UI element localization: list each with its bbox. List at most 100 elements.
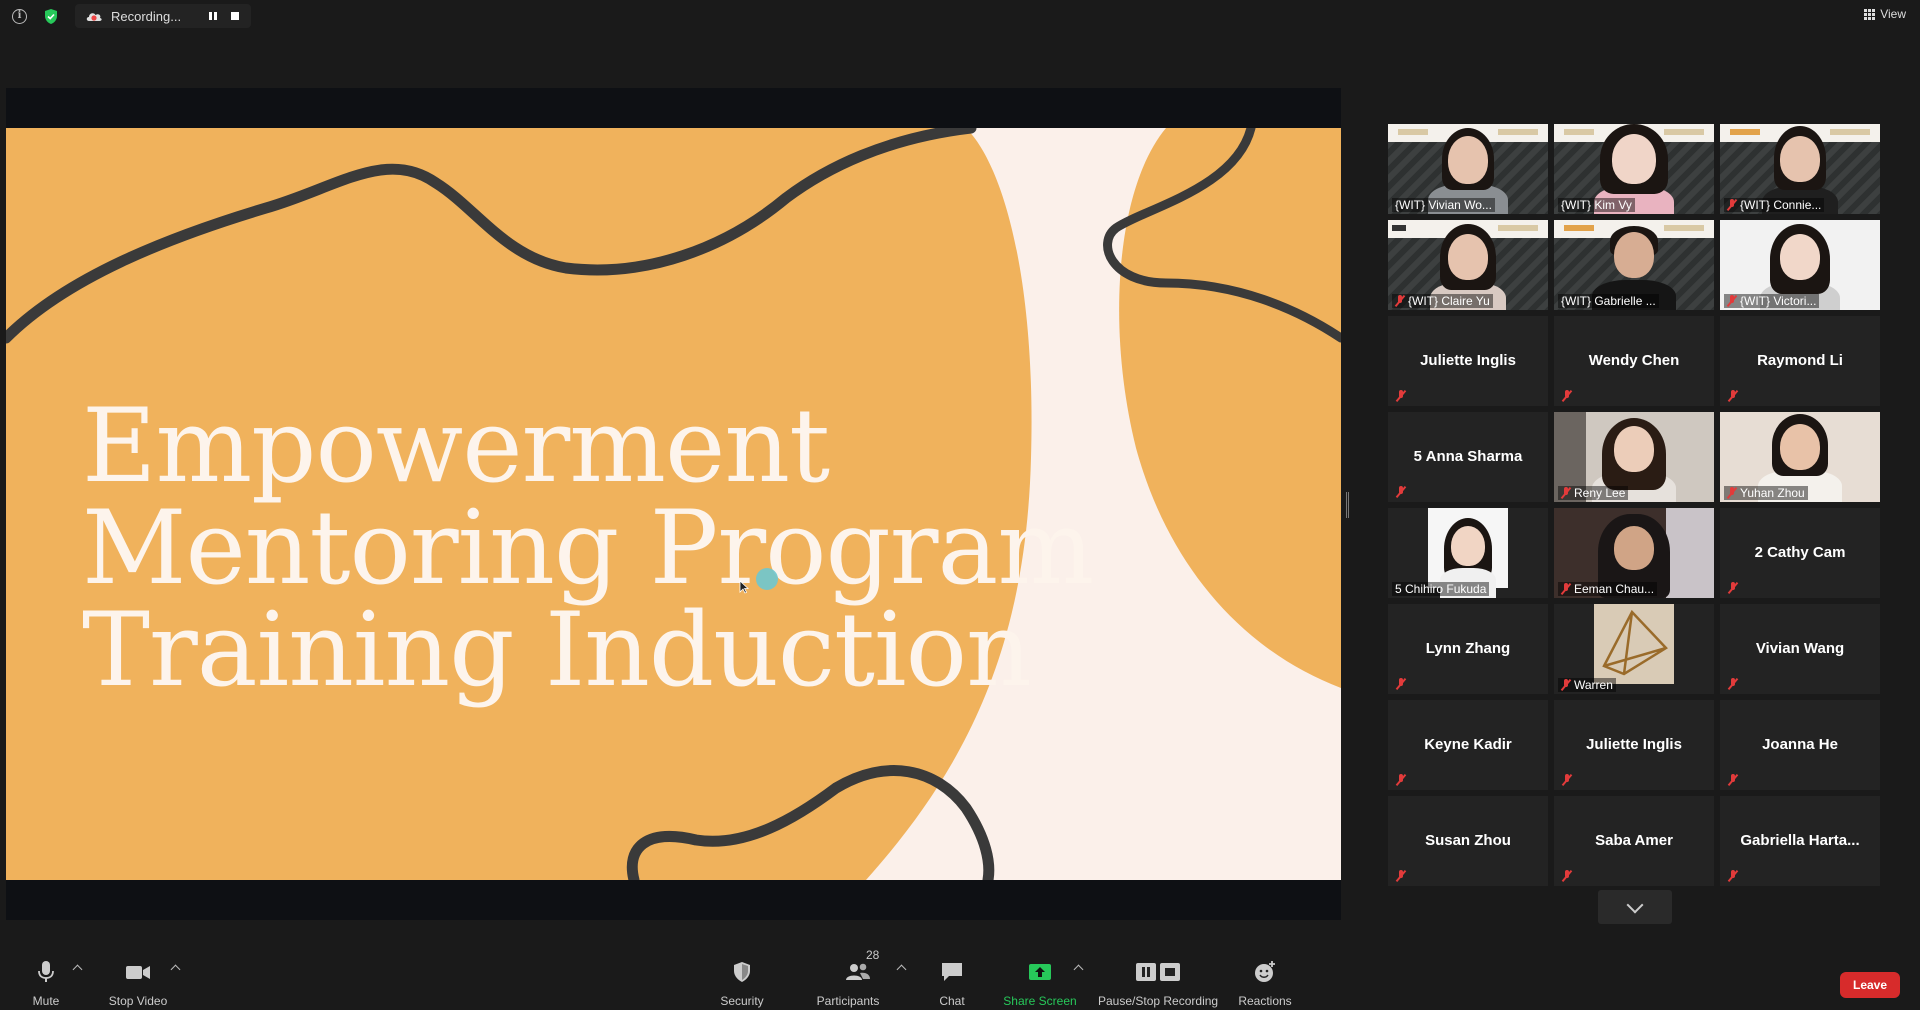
- participant-name: {WIT} Connie...: [1724, 198, 1825, 212]
- info-icon[interactable]: i: [12, 9, 27, 24]
- view-button[interactable]: View: [1864, 7, 1906, 21]
- participant-tile[interactable]: {WIT} Kim Vy: [1554, 124, 1714, 214]
- muted-mic-icon: [1728, 774, 1738, 786]
- participant-tile[interactable]: Saba Amer: [1554, 796, 1714, 886]
- participant-tile[interactable]: {WIT} Victori...: [1720, 220, 1880, 310]
- participants-label: Participants: [816, 994, 880, 1008]
- muted-mic-icon: [1396, 486, 1406, 498]
- participant-tile[interactable]: Reny Lee: [1554, 412, 1714, 502]
- participant-tile[interactable]: Juliette Inglis: [1388, 316, 1548, 406]
- pause-stop-recording-button[interactable]: Pause/Stop Recording: [1098, 944, 1218, 1010]
- participant-tile[interactable]: Juliette Inglis: [1554, 700, 1714, 790]
- mute-label: Mute: [32, 994, 60, 1008]
- participant-name: Yuhan Zhou: [1724, 486, 1808, 500]
- participant-name: 2 Cathy Cam: [1754, 544, 1846, 561]
- participant-name: Wendy Chen: [1588, 352, 1680, 369]
- pause-stop-recording-label: Pause/Stop Recording: [1098, 994, 1219, 1008]
- muted-mic-icon: [1727, 295, 1737, 307]
- annotation-spotlight: [756, 568, 778, 590]
- recording-label: Recording...: [111, 9, 182, 24]
- leave-button[interactable]: Leave: [1840, 972, 1900, 998]
- participant-name: Warren: [1558, 678, 1616, 692]
- gallery-next-page-button[interactable]: [1598, 890, 1672, 924]
- top-bar: i Recording... View: [0, 0, 1920, 32]
- chat-button[interactable]: Chat: [928, 944, 976, 1010]
- muted-mic-icon: [1561, 679, 1571, 691]
- slide-title: Empowerment Mentoring Program Training I…: [82, 387, 1094, 710]
- share-screen-label: Share Screen: [1003, 994, 1077, 1008]
- participant-name: Keyne Kadir: [1424, 736, 1512, 753]
- muted-mic-icon: [1396, 390, 1406, 402]
- microphone-icon: [38, 961, 54, 982]
- participant-tile[interactable]: Vivian Wang: [1720, 604, 1880, 694]
- panel-resize-handle[interactable]: [1346, 492, 1349, 518]
- participant-tile-active-speaker[interactable]: {WIT} Gabrielle ...: [1554, 220, 1714, 310]
- slide-title-line: Training Induction: [82, 591, 1032, 710]
- mute-button[interactable]: Mute: [20, 944, 72, 1010]
- participant-tile[interactable]: Raymond Li: [1720, 316, 1880, 406]
- view-label: View: [1880, 7, 1906, 21]
- participant-name: {WIT} Vivian Wo...: [1392, 198, 1495, 212]
- participant-name: Eeman Chau...: [1558, 582, 1658, 596]
- participant-tile[interactable]: Yuhan Zhou: [1720, 412, 1880, 502]
- cloud-recording-icon: [86, 13, 102, 21]
- muted-mic-icon: [1728, 582, 1738, 594]
- participant-name: Gabriella Harta...: [1740, 832, 1860, 849]
- participant-tile[interactable]: Gabriella Harta...: [1720, 796, 1880, 886]
- muted-mic-icon: [1727, 199, 1737, 211]
- participant-tile[interactable]: Lynn Zhang: [1388, 604, 1548, 694]
- participant-avatar-image: [1594, 604, 1674, 684]
- muted-mic-icon: [1395, 295, 1405, 307]
- chat-label: Chat: [939, 994, 965, 1008]
- share-screen-icon: [1029, 964, 1051, 980]
- slide-title-line: Empowerment: [82, 387, 830, 506]
- participant-name: Juliette Inglis: [1420, 352, 1516, 369]
- muted-mic-icon: [1562, 390, 1572, 402]
- reactions-button[interactable]: Reactions: [1234, 944, 1296, 1010]
- presentation-slide: Empowerment Mentoring Program Training I…: [6, 128, 1341, 880]
- participants-icon: [846, 963, 870, 980]
- participant-tile[interactable]: Joanna He: [1720, 700, 1880, 790]
- participant-name: Raymond Li: [1757, 352, 1843, 369]
- participant-name: {WIT} Claire Yu: [1392, 294, 1493, 308]
- muted-mic-icon: [1728, 390, 1738, 402]
- stop-video-button[interactable]: Stop Video: [104, 944, 172, 1010]
- participant-name: Reny Lee: [1558, 486, 1629, 500]
- muted-mic-icon: [1728, 678, 1738, 690]
- video-camera-icon: [126, 966, 150, 979]
- muted-mic-icon: [1728, 870, 1738, 882]
- participants-options-caret[interactable]: [896, 964, 907, 975]
- participant-tile[interactable]: Keyne Kadir: [1388, 700, 1548, 790]
- participants-button[interactable]: 28 Participants: [814, 944, 882, 1010]
- participant-tile[interactable]: Wendy Chen: [1554, 316, 1714, 406]
- muted-mic-icon: [1562, 870, 1572, 882]
- participant-tile[interactable]: 5 Chihiro Fukuda: [1388, 508, 1548, 598]
- participant-name: Lynn Zhang: [1425, 640, 1511, 657]
- meeting-toolbar: Mute Stop Video Security 28 Participants…: [0, 944, 1920, 1010]
- participant-tile[interactable]: Susan Zhou: [1388, 796, 1548, 886]
- participant-name: Saba Amer: [1595, 832, 1673, 849]
- stop-recording-icon[interactable]: [227, 8, 243, 24]
- security-label: Security: [720, 994, 764, 1008]
- participant-name: {WIT} Gabrielle ...: [1558, 294, 1659, 308]
- participant-tile[interactable]: Warren: [1554, 604, 1714, 694]
- encryption-shield-icon[interactable]: [43, 8, 59, 25]
- participant-tile[interactable]: {WIT} Claire Yu: [1388, 220, 1548, 310]
- participant-name: 5 Chihiro Fukuda: [1392, 582, 1490, 596]
- participant-name: 5 Anna Sharma: [1413, 448, 1523, 465]
- audio-options-caret[interactable]: [72, 964, 83, 975]
- participant-name: {WIT} Kim Vy: [1558, 198, 1635, 212]
- pause-recording-icon[interactable]: [205, 8, 221, 24]
- participant-tile[interactable]: Eeman Chau...: [1554, 508, 1714, 598]
- share-screen-button[interactable]: Share Screen: [1002, 944, 1078, 1010]
- participant-tile[interactable]: {WIT} Vivian Wo...: [1388, 124, 1548, 214]
- muted-mic-icon: [1396, 678, 1406, 690]
- reactions-smiley-icon: [1255, 961, 1275, 982]
- security-button[interactable]: Security: [712, 944, 772, 1010]
- participant-tile[interactable]: 5 Anna Sharma: [1388, 412, 1548, 502]
- video-options-caret[interactable]: [170, 964, 181, 975]
- participant-tile[interactable]: {WIT} Connie...: [1720, 124, 1880, 214]
- shared-screen: Empowerment Mentoring Program Training I…: [6, 88, 1341, 920]
- participants-count: 28: [866, 948, 880, 962]
- participant-tile[interactable]: 2 Cathy Cam: [1720, 508, 1880, 598]
